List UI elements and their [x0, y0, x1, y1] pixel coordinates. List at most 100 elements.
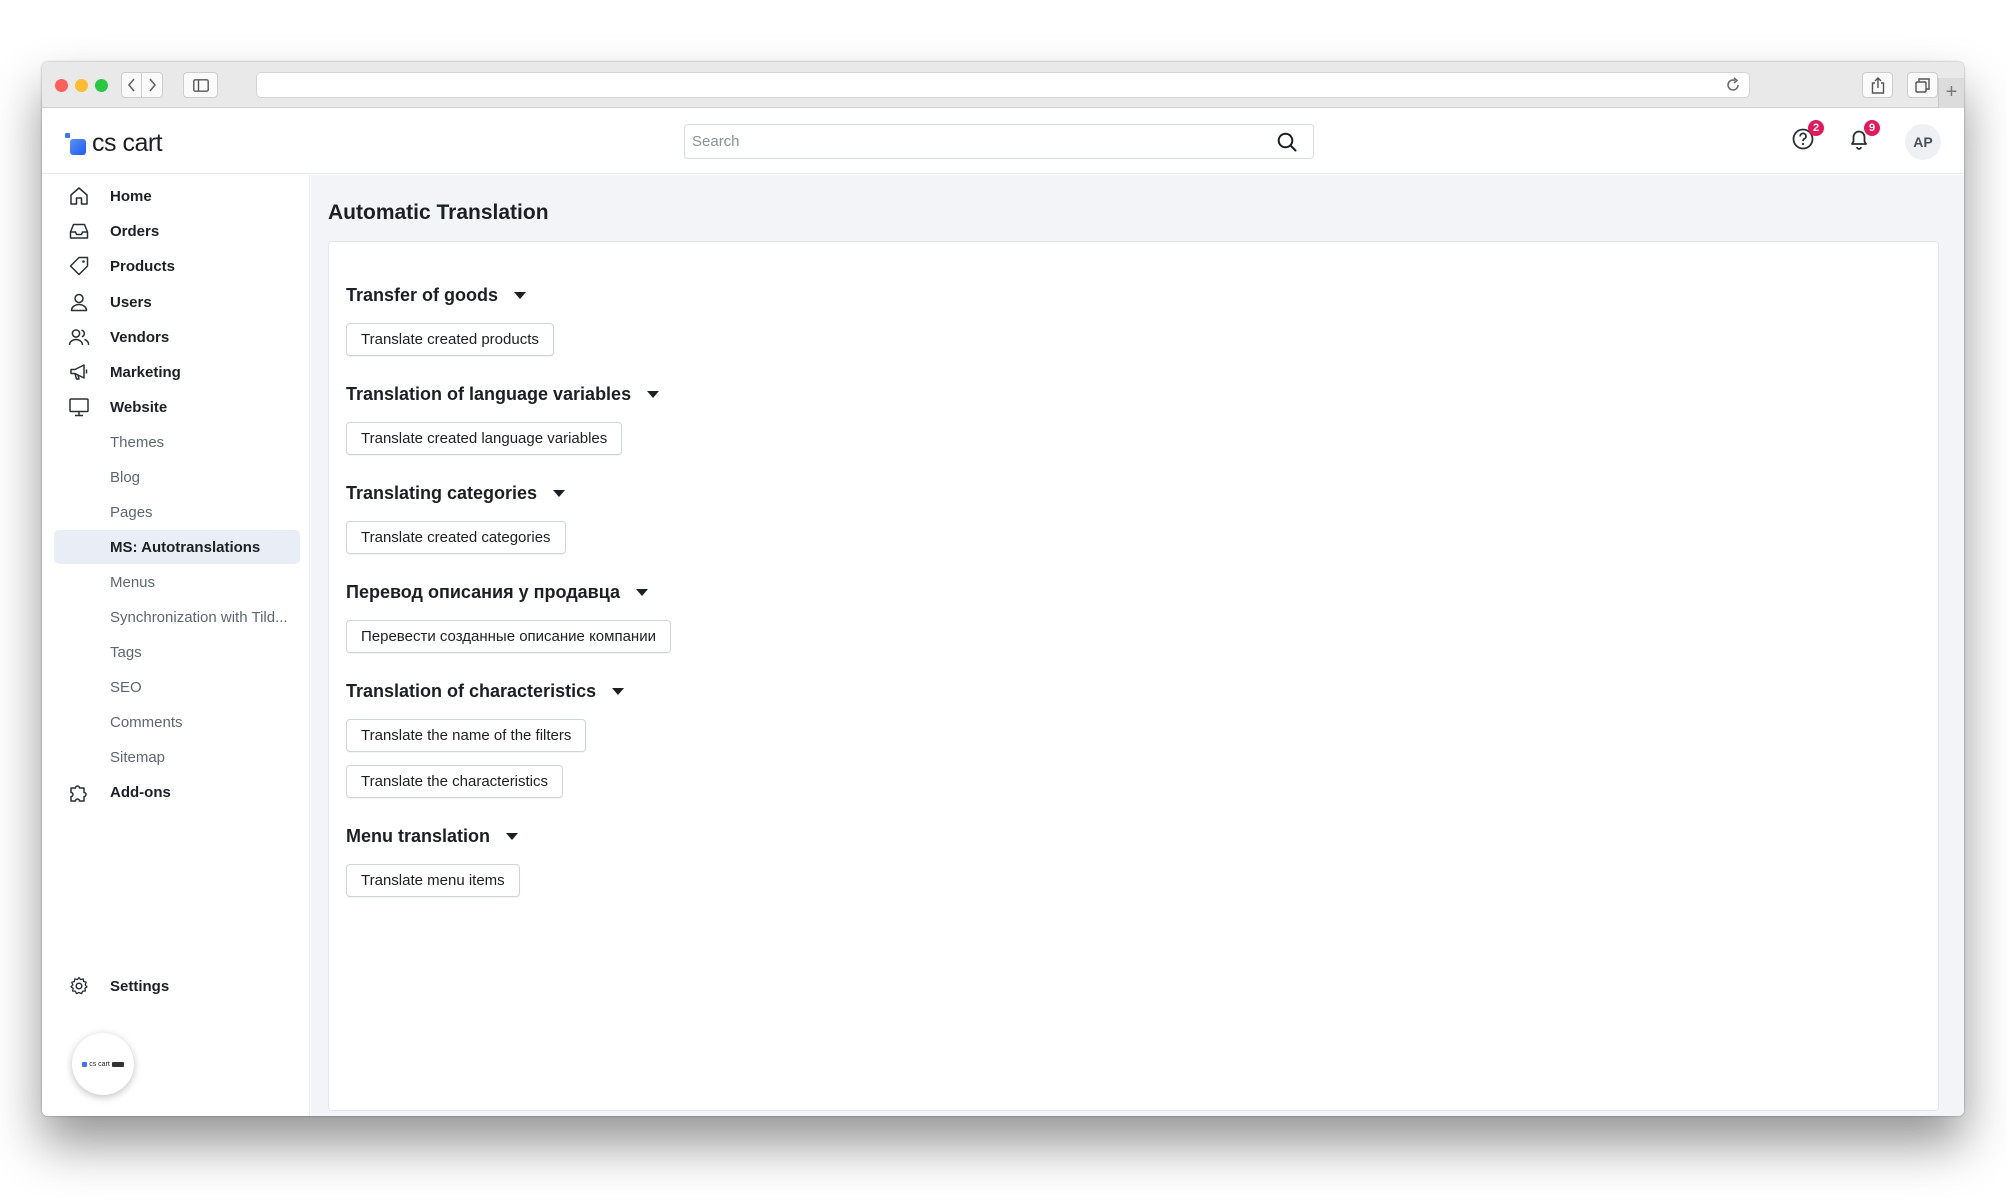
translation-card: Transfer of goods Translate created prod…	[328, 241, 1939, 1111]
cs-cart-logo[interactable]: cs cart	[65, 129, 163, 158]
sidebar-subitem-label: Tags	[110, 644, 142, 661]
sidebar-item-label: Website	[110, 398, 168, 416]
section-title-text: Translation of language variables	[346, 384, 632, 404]
translate-company-description-button[interactable]: Перевести созданные описание компании	[346, 620, 671, 653]
sidebar-subitem-blog[interactable]: Blog	[54, 460, 300, 494]
cs-cart-widget-button[interactable]: cs cart	[72, 1033, 134, 1095]
share-icon	[1871, 76, 1884, 94]
sidebar-subitem-menus[interactable]: Menus	[54, 565, 300, 599]
caret-down-icon[interactable]	[636, 589, 649, 596]
logo-text: cs cart	[92, 129, 163, 157]
section-title-text: Translation of characteristics	[346, 681, 597, 701]
section-vendor-description[interactable]: Перевод описания у продавца	[346, 582, 649, 603]
caret-down-icon[interactable]	[506, 833, 519, 840]
sidebar-item-label: Settings	[110, 977, 170, 995]
section-title-text: Translating categories	[346, 483, 538, 503]
section-language-variables[interactable]: Translation of language variables	[346, 384, 660, 405]
sidebar-subitem-label: SEO	[110, 679, 142, 696]
fab-logo-text: cs cart	[89, 1060, 110, 1068]
sidebar-item-home[interactable]: Home	[54, 179, 300, 213]
maximize-window-button[interactable]	[95, 79, 108, 92]
sidebar-subitem-themes[interactable]: Themes	[54, 425, 300, 459]
sidebar-subitem-sitemap[interactable]: Sitemap	[54, 740, 300, 774]
search-input[interactable]	[685, 125, 1265, 158]
share-button[interactable]	[1862, 72, 1893, 98]
sidebar-item-settings[interactable]: Settings	[54, 969, 300, 1003]
caret-down-icon[interactable]	[647, 391, 660, 398]
translate-language-variables-button[interactable]: Translate created language variables	[346, 422, 623, 455]
sidebar-item-addons[interactable]: Add-ons	[54, 775, 300, 809]
section-title-text: Перевод описания у продавца	[346, 582, 621, 602]
translate-filters-button[interactable]: Translate the name of the filters	[346, 719, 587, 752]
sidebar-item-label: Orders	[110, 222, 160, 240]
sidebar-subitem-tilda-sync[interactable]: Synchronization with Tild...	[54, 600, 300, 634]
tabs-overview-button[interactable]	[1907, 72, 1938, 98]
close-window-button[interactable]	[55, 79, 68, 92]
translate-products-button[interactable]: Translate created products	[346, 323, 554, 356]
sidebar-item-label: Vendors	[110, 328, 170, 346]
sidebar: Home Orders Products Users Vendors Marke…	[42, 175, 310, 1116]
sidebar-item-products[interactable]: Products	[54, 249, 300, 283]
sidebar-icon	[192, 78, 209, 92]
users-icon	[68, 329, 90, 346]
address-bar[interactable]	[256, 72, 1750, 98]
sidebar-item-label: Home	[110, 187, 152, 205]
sidebar-subitem-autotranslations[interactable]: MS: Autotranslations	[54, 530, 300, 564]
sidebar-subitem-seo[interactable]: SEO	[54, 670, 300, 704]
back-button[interactable]	[121, 72, 142, 98]
sidebar-item-label: Products	[110, 257, 176, 275]
help-badge: 2	[1808, 120, 1824, 136]
section-menu-translation[interactable]: Menu translation	[346, 826, 519, 847]
minimize-window-button[interactable]	[75, 79, 88, 92]
tabs-icon	[1915, 77, 1930, 93]
sidebar-subitem-label: Blog	[110, 469, 141, 486]
sidebar-subitem-label: Comments	[110, 714, 183, 731]
forward-button[interactable]	[142, 72, 163, 98]
sidebar-item-website[interactable]: Website	[54, 390, 300, 424]
puzzle-icon	[70, 785, 87, 802]
section-characteristics[interactable]: Translation of characteristics	[346, 681, 625, 702]
sidebar-subitem-label: Pages	[110, 504, 153, 521]
sidebar-subitem-label: MS: Autotranslations	[110, 539, 261, 556]
sidebar-item-marketing[interactable]: Marketing	[54, 355, 300, 389]
page-title: Automatic Translation	[328, 201, 549, 224]
help-button[interactable]: 2	[1790, 120, 1824, 156]
section-categories[interactable]: Translating categories	[346, 483, 566, 504]
sidebar-item-label: Add-ons	[110, 783, 171, 801]
sidebar-toggle-button[interactable]	[183, 72, 218, 98]
caret-down-icon[interactable]	[514, 292, 527, 299]
sidebar-subitem-tags[interactable]: Tags	[54, 635, 300, 669]
browser-window: + cs cart 2 9 AP	[42, 62, 1964, 1116]
translate-categories-button[interactable]: Translate created categories	[346, 521, 566, 554]
browser-toolbar: +	[42, 62, 1964, 108]
sidebar-item-orders[interactable]: Orders	[54, 214, 300, 248]
logo-badge-icon	[111, 1061, 124, 1067]
sidebar-subitem-label: Sitemap	[110, 749, 166, 766]
user-avatar[interactable]: AP	[1905, 124, 1941, 160]
search-icon[interactable]	[1277, 132, 1297, 152]
sidebar-subitem-label: Themes	[110, 434, 165, 451]
admin-app: cs cart 2 9 AP Home	[42, 109, 1964, 1116]
sidebar-item-vendors[interactable]: Vendors	[54, 320, 300, 354]
admin-header: cs cart 2 9 AP	[42, 109, 1964, 174]
sidebar-subitem-comments[interactable]: Comments	[54, 705, 300, 739]
gear-icon	[70, 976, 88, 995]
sidebar-subitem-pages[interactable]: Pages	[54, 495, 300, 529]
chevron-right-icon	[149, 78, 157, 92]
main-content: Automatic Translation Transfer of goods …	[311, 175, 1964, 1116]
translate-characteristics-button[interactable]: Translate the characteristics	[346, 765, 564, 798]
notifications-button[interactable]: 9	[1846, 120, 1880, 156]
logo-mark-icon	[82, 1061, 88, 1067]
reload-icon[interactable]	[1725, 77, 1741, 93]
sidebar-item-users[interactable]: Users	[54, 285, 300, 319]
user-icon	[70, 293, 88, 312]
logo-mark-icon	[65, 132, 86, 155]
new-tab-button[interactable]: +	[1938, 78, 1964, 108]
section-transfer-of-goods[interactable]: Transfer of goods	[346, 285, 527, 306]
megaphone-icon	[70, 364, 88, 380]
translate-menu-items-button[interactable]: Translate menu items	[346, 864, 520, 897]
caret-down-icon[interactable]	[553, 490, 566, 497]
tag-icon	[69, 256, 89, 276]
caret-down-icon[interactable]	[612, 688, 625, 695]
notifications-badge: 9	[1864, 120, 1880, 136]
